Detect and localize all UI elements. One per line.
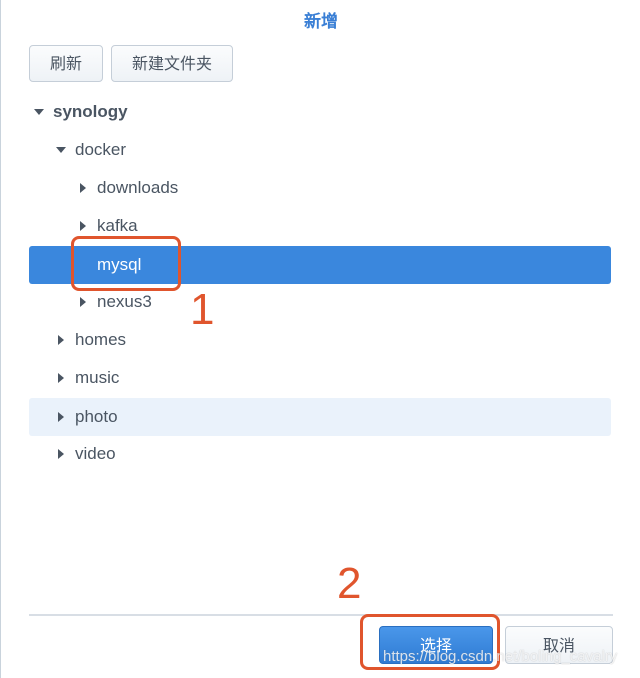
chevron-right-icon[interactable]: [55, 435, 67, 473]
chevron-right-icon[interactable]: [55, 321, 67, 359]
tree-item-synology[interactable]: synology: [29, 93, 611, 131]
watermark-text: https://blog.csdn.net/boling_cavalry: [383, 648, 618, 665]
footer-divider: [29, 614, 613, 616]
annotation-box-1: [71, 236, 181, 291]
chevron-right-icon[interactable]: [55, 398, 67, 436]
tree-item-docker[interactable]: docker: [29, 131, 611, 169]
new-folder-button[interactable]: 新建文件夹: [111, 45, 233, 82]
tree-item-downloads[interactable]: downloads: [29, 169, 611, 207]
dialog-title: 新增: [304, 12, 338, 31]
tree-item-label: video: [75, 444, 116, 463]
annotation-number-2: 2: [337, 559, 362, 608]
chevron-down-icon[interactable]: [55, 131, 67, 169]
tree-item-label: photo: [75, 407, 118, 426]
folder-picker-dialog: 新增 刷新 新建文件夹 synology docker downloads ka…: [0, 0, 640, 678]
refresh-button[interactable]: 刷新: [29, 45, 103, 82]
tree-item-label: docker: [75, 140, 127, 159]
chevron-right-icon[interactable]: [55, 359, 67, 397]
tree-item-label: downloads: [97, 178, 179, 197]
annotation-number-1: 1: [190, 285, 215, 334]
chevron-down-icon[interactable]: [33, 93, 45, 131]
chevron-right-icon[interactable]: [77, 169, 89, 207]
tree-item-label: synology: [53, 102, 128, 121]
tree-item-video[interactable]: video: [29, 435, 611, 473]
tree-item-music[interactable]: music: [29, 359, 611, 397]
tree-item-homes[interactable]: homes: [29, 321, 611, 359]
tree-item-label: homes: [75, 330, 127, 349]
tree-item-label: music: [75, 368, 120, 387]
tree-item-photo[interactable]: photo: [29, 398, 611, 436]
